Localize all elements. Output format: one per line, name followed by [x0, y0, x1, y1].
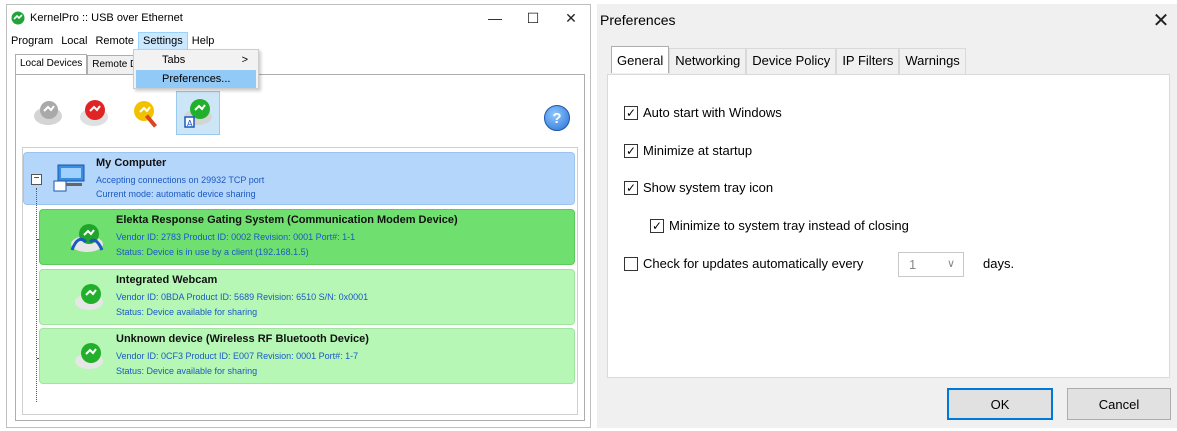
menu-local[interactable]: Local — [57, 33, 91, 49]
usb-share-green-icon: A — [184, 99, 212, 128]
maximize-button[interactable]: ☐ — [514, 5, 552, 31]
updates-label: Check for updates automatically every — [643, 256, 864, 271]
autostart-checkbox[interactable]: ✓ — [624, 105, 638, 120]
tray-icon-option[interactable]: ✓ Show system tray icon — [624, 180, 773, 195]
device-title: Elekta Response Gating System (Communica… — [116, 214, 458, 226]
toolbar: A ? — [16, 83, 584, 139]
autostart-label: Auto start with Windows — [643, 105, 782, 120]
tray-icon-checkbox[interactable]: ✓ — [624, 180, 638, 195]
device-ids: Vendor ID: 0BDA Product ID: 5689 Revisio… — [116, 292, 369, 302]
tab-device-policy[interactable]: Device Policy — [746, 48, 837, 74]
tree-node-device[interactable]: Unknown device (Wireless RF Bluetooth De… — [39, 328, 575, 384]
close-button[interactable]: ✕ — [552, 5, 590, 31]
tree-node-device[interactable]: Integrated Webcam Vendor ID: 0BDA Produc… — [39, 269, 575, 325]
device-ids: Vendor ID: 0CF3 Product ID: E007 Revisio… — [116, 351, 359, 361]
device-tabs: Local Devices Remote De — [15, 54, 148, 75]
tab-networking[interactable]: Networking — [669, 48, 747, 74]
computer-port-info: Accepting connections on 29932 TCP port — [96, 175, 265, 185]
submenu-arrow-icon: > — [241, 54, 248, 66]
autostart-option[interactable]: ✓ Auto start with Windows — [624, 105, 782, 120]
computer-mode-info: Current mode: automatic device sharing — [96, 189, 256, 199]
tab-warnings[interactable]: Warnings — [899, 48, 966, 74]
settings-dropdown: Tabs > Preferences... — [133, 49, 259, 89]
help-icon[interactable]: ? — [544, 105, 570, 131]
device-title: Integrated Webcam — [116, 274, 218, 286]
computer-title: My Computer — [96, 157, 167, 169]
usb-pencil-icon — [134, 101, 158, 128]
menu-remote[interactable]: Remote — [91, 33, 138, 49]
menu-item-tabs[interactable]: Tabs > — [136, 51, 256, 69]
device-ids: Vendor ID: 2783 Product ID: 0002 Revisio… — [116, 232, 356, 242]
chevron-down-icon: ∨ — [946, 258, 955, 270]
device-title: Unknown device (Wireless RF Bluetooth De… — [116, 333, 369, 345]
update-days-select[interactable]: 1 ∨ — [898, 252, 964, 277]
tray-icon-label: Show system tray icon — [643, 180, 774, 195]
minimize-startup-label: Minimize at startup — [643, 143, 753, 158]
menu-item-preferences-label: Preferences... — [162, 73, 231, 85]
menu-program[interactable]: Program — [7, 33, 57, 49]
usb-available-icon — [75, 284, 103, 310]
menu-item-tabs-label: Tabs — [162, 54, 186, 66]
edit-button[interactable] — [124, 91, 168, 135]
local-devices-panel: A ? My Computer Accepting connections on… — [15, 74, 585, 421]
updates-option[interactable]: Check for updates automatically every — [624, 256, 863, 271]
minimize-tray-label: Minimize to system tray instead of closi… — [669, 218, 909, 233]
tree-node-device[interactable]: Elekta Response Gating System (Communica… — [39, 209, 575, 265]
tree-expander[interactable]: − — [31, 174, 42, 185]
tree-node-my-computer[interactable]: My Computer Accepting connections on 299… — [23, 152, 575, 205]
usb-available-icon — [75, 343, 103, 369]
minimize-button[interactable]: — — [476, 5, 514, 31]
dialog-close-button[interactable]: ✕ — [1149, 8, 1173, 33]
tree-connector-line — [36, 188, 37, 402]
stop-share-button[interactable] — [72, 91, 116, 135]
tab-ip-filters[interactable]: IP Filters — [836, 48, 900, 74]
general-panel: ✓ Auto start with Windows ✓ Minimize at … — [607, 74, 1170, 378]
cancel-button[interactable]: Cancel — [1067, 388, 1171, 420]
title-bar: KernelPro :: USB over Ethernet — ☐ ✕ — [7, 5, 590, 31]
menu-bar: Program Local Remote Settings Help — [7, 31, 218, 51]
share-mode-button[interactable]: A — [176, 91, 220, 135]
usb-gray-icon — [34, 101, 62, 125]
window-title: KernelPro :: USB over Ethernet — [30, 12, 183, 24]
preferences-tabs: General Networking Device Policy IP Filt… — [611, 46, 966, 74]
menu-item-preferences[interactable]: Preferences... — [136, 70, 256, 88]
minimize-startup-checkbox[interactable]: ✓ — [624, 143, 638, 158]
preferences-dialog: Preferences ✕ General Networking Device … — [597, 4, 1177, 428]
ok-button[interactable]: OK — [947, 388, 1053, 420]
days-label: days. — [983, 256, 1015, 271]
usb-in-use-icon — [70, 224, 104, 252]
menu-settings[interactable]: Settings — [138, 32, 188, 50]
device-status: Status: Device available for sharing — [116, 307, 258, 317]
tab-general[interactable]: General — [611, 46, 670, 73]
device-status: Status: Device available for sharing — [116, 366, 258, 376]
dialog-title: Preferences — [600, 12, 676, 28]
device-tree: My Computer Accepting connections on 299… — [22, 147, 578, 415]
usb-red-icon — [80, 100, 108, 126]
updates-checkbox[interactable] — [624, 256, 638, 271]
computer-icon — [53, 164, 85, 192]
device-status: Status: Device is in use by a client (19… — [116, 247, 309, 257]
app-logo-icon — [11, 11, 25, 25]
minimize-tray-option[interactable]: ✓ Minimize to system tray instead of clo… — [650, 218, 909, 233]
disabled-share-button[interactable] — [26, 91, 70, 135]
tab-local-devices[interactable]: Local Devices — [15, 54, 88, 75]
minimize-startup-option[interactable]: ✓ Minimize at startup — [624, 143, 752, 158]
kernelpro-window: KernelPro :: USB over Ethernet — ☐ ✕ Pro… — [6, 4, 591, 428]
update-days-value: 1 — [909, 257, 917, 272]
svg-text:A: A — [187, 119, 193, 128]
minimize-tray-checkbox[interactable]: ✓ — [650, 218, 664, 233]
menu-help[interactable]: Help — [188, 33, 219, 49]
